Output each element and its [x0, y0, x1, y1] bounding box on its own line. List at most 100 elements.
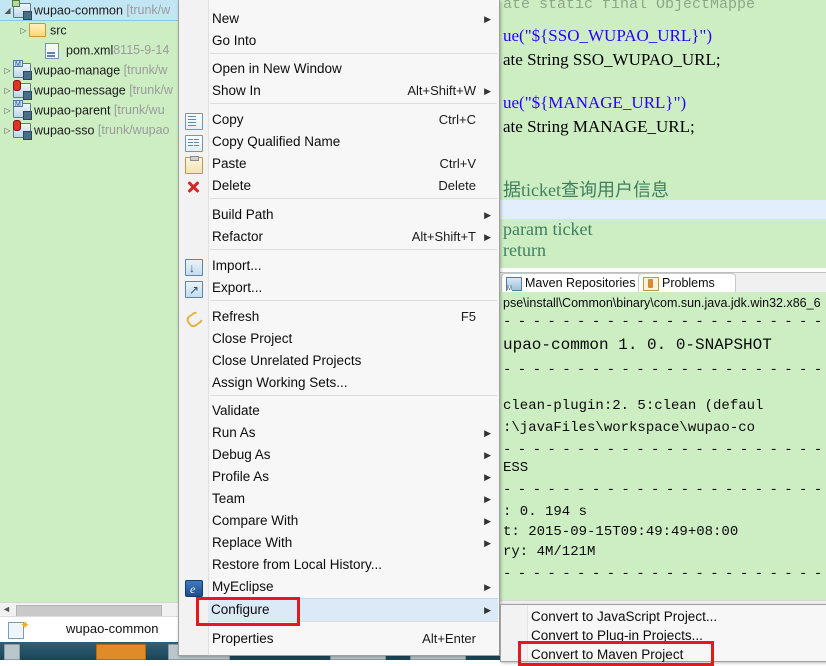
menu-item-label: Debug As [212, 447, 271, 462]
menu-item-myeclipse[interactable]: MyEclipse ▶ [180, 576, 498, 600]
menu-item-close-unrelated-projects[interactable]: Close Unrelated Projects [180, 350, 498, 372]
code-line: ate String MANAGE_URL; [503, 117, 695, 136]
tree-item-label: wupao-parent [34, 103, 111, 118]
menu-item-label: Profile As [212, 469, 270, 484]
menu-item-refactor[interactable]: Refactor Alt+Shift+T ▶ [180, 226, 498, 248]
menu-item-profile-as[interactable]: Profile As ▶ [180, 466, 498, 488]
menu-item-properties[interactable]: Properties Alt+Enter [180, 628, 498, 650]
view-tab-bar[interactable]: Maven Repositories Problems [497, 272, 826, 293]
menu-item-go-into[interactable]: Go Into [180, 30, 498, 52]
decorator-star-icon: ✦ [20, 618, 31, 632]
maven-project-icon [13, 63, 31, 79]
menu-item-label: Show In [212, 83, 261, 98]
menu-item-label: MyEclipse [212, 579, 274, 594]
tree-item-wupao-parent[interactable]: ▷ wupao-parent [trunk/wu [0, 100, 178, 120]
collapsed-arrow-icon[interactable]: ▷ [2, 121, 13, 141]
maven-project-icon [13, 103, 31, 119]
menu-item-paste[interactable]: Paste Ctrl+V [180, 153, 498, 175]
collapsed-arrow-icon[interactable]: ▷ [18, 21, 29, 41]
menu-item-build-path[interactable]: Build Path ▶ [180, 204, 498, 226]
console-line: upao-common 1. 0. 0-SNAPSHOT [503, 336, 772, 354]
menu-item-label: Refresh [212, 309, 260, 324]
tree-item-label: wupao-sso [34, 123, 95, 138]
menu-item-configure[interactable]: Configure ▶ [208, 598, 498, 622]
menu-item-shortcut: Alt+Enter [422, 631, 476, 646]
submenu-arrow-icon: ▶ [484, 516, 491, 526]
menu-item-show-in[interactable]: Show In Alt+Shift+W ▶ [180, 80, 498, 102]
submenu-arrow-icon: ▶ [484, 472, 491, 482]
submenu-arrow-icon: ▶ [484, 232, 491, 242]
tree-item-repository-path: [trunk/w [122, 3, 171, 17]
code-line: return [503, 240, 546, 260]
tree-item-repository-path: [trunk/w [125, 83, 173, 97]
taskbar-item-1[interactable] [4, 644, 20, 660]
menu-item-copy-qualified-name[interactable]: Copy Qualified Name [180, 131, 498, 153]
tab-label: Maven Repositories [525, 276, 636, 290]
menu-item-shortcut: F5 [460, 309, 476, 324]
problems-icon [643, 276, 659, 291]
project-context-menu[interactable]: New ▶ Go Into Open in New Window Show In Alt+… [178, 0, 500, 656]
refresh-icon [185, 310, 201, 325]
tree-item-pom-xml[interactable]: pom.xml8115-9-14 [0, 40, 178, 60]
scroll-left-arrow-icon[interactable]: ◄ [2, 604, 11, 614]
tree-item-wupao-sso[interactable]: ▷ wupao-sso [trunk/wupao [0, 120, 178, 140]
tree-item-wupao-message[interactable]: ▷ wupao-message [trunk/w [0, 80, 178, 100]
tree-item-wupao-manage[interactable]: ▷ wupao-manage [trunk/w [0, 60, 178, 80]
submenu-item-convert-to-maven-project[interactable]: Convert to Maven Project [531, 645, 683, 665]
submenu-item-convert-to-javascript-project[interactable]: Convert to JavaScript Project... [531, 607, 717, 627]
tree-item-wupao-common[interactable]: ◢ wupao-common [trunk/w [0, 0, 178, 21]
submenu-arrow-icon: ▶ [484, 450, 491, 460]
menu-item-label: Run As [212, 425, 256, 440]
explorer-horizontal-scrollbar[interactable]: ◄ [0, 602, 178, 617]
package-explorer-tree[interactable]: ◢ wupao-common [trunk/w ▷ src pom.xml8115-9-… [0, 0, 178, 608]
menu-item-label: Copy Qualified Name [212, 134, 341, 149]
menu-item-replace-with[interactable]: Replace With ▶ [180, 532, 498, 554]
menu-item-import[interactable]: Import... [180, 255, 498, 279]
menu-item-close-project[interactable]: Close Project [180, 328, 498, 350]
menu-separator [210, 300, 497, 301]
menu-item-label: Restore from Local History... [212, 557, 383, 572]
console-line: pse\install\Common\binary\com.sun.java.j… [503, 296, 821, 310]
menu-item-validate[interactable]: Validate [180, 400, 498, 422]
tree-item-repository-path: [trunk/wupao [94, 123, 170, 137]
collapsed-arrow-icon[interactable]: ▷ [2, 61, 13, 81]
java-code-editor[interactable]: ate static final ObjectMappe ue("${SSO_WU… [497, 0, 826, 268]
editor-current-line-highlight [500, 200, 826, 219]
collapsed-arrow-icon[interactable]: ▷ [2, 101, 13, 121]
console-line: - - - - - - - - - - - - - - - - - - - - … [503, 482, 822, 498]
menu-item-team[interactable]: Team ▶ [180, 488, 498, 510]
menu-item-refresh[interactable]: Refresh F5 [180, 306, 498, 328]
maven-console-output[interactable]: pse\install\Common\binary\com.sun.java.j… [497, 292, 826, 600]
submenu-item-convert-to-plug-in-projects[interactable]: Convert to Plug-in Projects... [531, 626, 703, 646]
menu-item-restore-from-local-history[interactable]: Restore from Local History... [180, 554, 498, 576]
menu-item-compare-with[interactable]: Compare With ▶ [180, 510, 498, 532]
submenu-arrow-icon: ▶ [484, 86, 491, 96]
console-line: - - - - - - - - - - - - - - - - - - - - … [503, 362, 822, 378]
menu-item-run-as[interactable]: Run As ▶ [180, 422, 498, 444]
menu-item-assign-working-sets[interactable]: Assign Working Sets... [180, 372, 498, 394]
tab-problems[interactable]: Problems [638, 273, 736, 293]
code-line: param ticket [503, 219, 593, 239]
code-line: ue("${MANAGE_URL}") [503, 93, 687, 112]
tab-label: Problems [662, 276, 715, 290]
menu-item-new[interactable]: New ▶ [180, 8, 498, 30]
submenu-arrow-icon: ▶ [484, 582, 491, 592]
collapsed-arrow-icon[interactable]: ▷ [2, 81, 13, 101]
menu-item-label: Copy [212, 112, 244, 127]
taskbar-item-explorer[interactable] [96, 644, 146, 660]
menu-item-label: Delete [212, 178, 252, 193]
tab-maven-repositories[interactable]: Maven Repositories [501, 273, 647, 293]
menu-separator [210, 621, 497, 622]
menu-item-debug-as[interactable]: Debug As ▶ [180, 444, 498, 466]
tree-item-src[interactable]: ▷ src [0, 20, 178, 40]
menu-item-delete[interactable]: Delete Delete [180, 175, 498, 197]
console-line: : 0. 194 s [503, 504, 588, 520]
menu-item-open-in-new-window[interactable]: Open in New Window [180, 58, 498, 80]
menu-item-copy[interactable]: Copy Ctrl+C [180, 109, 498, 131]
console-line: ESS [503, 460, 529, 476]
maven-repositories-icon [506, 276, 522, 292]
menu-item-export[interactable]: Export... [180, 277, 498, 301]
menu-item-shortcut: Alt+Shift+T [411, 229, 476, 244]
configure-submenu[interactable]: Convert to JavaScript Project... Convert … [500, 604, 826, 662]
menu-item-label: Import... [212, 258, 262, 273]
